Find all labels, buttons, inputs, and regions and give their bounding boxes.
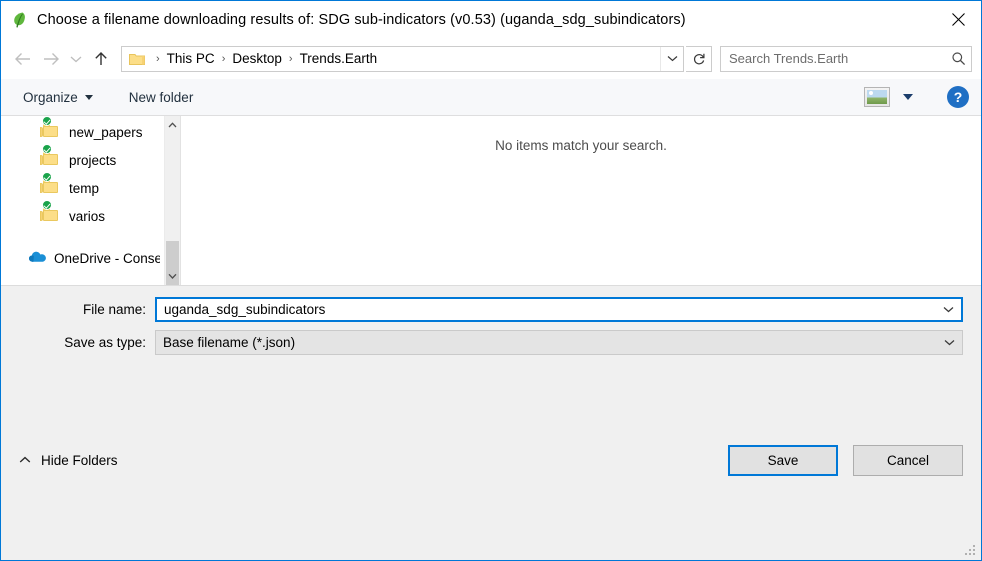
folder-icon <box>129 52 145 66</box>
navigation-sidebar: new_papers projects temp varios OneDrive… <box>1 116 181 285</box>
content-area: new_papers projects temp varios OneDrive… <box>1 116 981 285</box>
sidebar-scrollbar[interactable] <box>164 116 180 285</box>
address-bar[interactable]: › This PC › Desktop › Trends.Earth <box>121 45 684 72</box>
new-folder-label: New folder <box>128 89 194 105</box>
search-box[interactable]: Search Trends.Earth <box>720 45 972 72</box>
organize-button[interactable]: Organize <box>19 84 97 110</box>
filename-value[interactable]: uganda_sdg_subindicators <box>157 302 935 317</box>
save-button[interactable]: Save <box>728 444 838 476</box>
dialog-footer: Hide Folders Save Cancel <box>1 362 981 560</box>
search-icon <box>945 51 971 66</box>
filename-label: File name: <box>82 301 146 317</box>
new-folder-button[interactable]: New folder <box>125 84 198 110</box>
save-file-dialog: Choose a filename downloading results of… <box>0 0 982 561</box>
arrow-left-icon <box>15 52 30 65</box>
breadcrumb-item-1[interactable]: Desktop <box>230 51 284 66</box>
sidebar-item-temp[interactable]: temp <box>1 171 164 202</box>
sidebar-item-label: temp <box>69 180 100 196</box>
recent-locations-button[interactable] <box>65 45 87 73</box>
sidebar-item-label: varios <box>69 208 106 224</box>
file-list-pane[interactable]: No items match your search. <box>181 116 981 285</box>
arrow-right-icon <box>44 52 59 65</box>
back-button[interactable] <box>9 45 37 73</box>
sidebar-item-onedrive[interactable]: OneDrive - Conse <box>1 244 164 272</box>
arrow-up-icon <box>95 51 107 65</box>
organize-label: Organize <box>23 89 78 105</box>
breadcrumb-item-2[interactable]: Trends.Earth <box>298 51 380 66</box>
scroll-up-button[interactable] <box>165 116 180 133</box>
filetype-row: Save as type: Base filename (*.json) <box>19 329 963 355</box>
chevron-down-icon <box>667 56 677 62</box>
empty-list-message: No items match your search. <box>495 138 667 153</box>
refresh-icon <box>693 53 705 64</box>
breadcrumb-separator: › <box>288 52 293 65</box>
refresh-button[interactable] <box>686 45 712 72</box>
title-bar: Choose a filename downloading results of… <box>1 1 981 38</box>
folder-sync-icon <box>40 116 62 141</box>
breadcrumb-item-0[interactable]: This PC <box>165 51 217 66</box>
sidebar-item-label: projects <box>69 152 117 168</box>
sidebar-item-label: new_papers <box>69 124 143 140</box>
resize-grip-icon[interactable] <box>965 545 977 557</box>
view-dropdown-button[interactable] <box>903 94 913 100</box>
sidebar-item-new_papers[interactable]: new_papers <box>1 116 164 146</box>
sidebar-item-varios[interactable]: varios <box>1 199 164 230</box>
cancel-button[interactable]: Cancel <box>853 444 963 476</box>
file-form-area: File name: uganda_sdg_subindicators Save… <box>1 284 981 363</box>
folder-tree: new_papers projects temp varios OneDrive… <box>1 116 164 285</box>
up-button[interactable] <box>87 45 115 73</box>
sidebar-item-projects[interactable]: projects <box>1 143 164 174</box>
onedrive-icon <box>28 250 47 267</box>
dialog-buttons: Save Cancel <box>728 444 963 476</box>
scroll-down-button[interactable] <box>165 268 180 285</box>
qgis-leaf-icon <box>11 11 29 29</box>
breadcrumb-separator: › <box>156 52 160 65</box>
chevron-up-icon <box>19 456 31 464</box>
picture-view-icon[interactable] <box>864 87 890 107</box>
chevron-down-icon[interactable] <box>935 306 961 313</box>
caret-down-icon <box>84 94 93 100</box>
filetype-value: Base filename (*.json) <box>163 334 296 350</box>
help-button[interactable]: ? <box>947 86 969 108</box>
forward-button[interactable] <box>37 45 65 73</box>
filetype-label: Save as type: <box>64 334 146 350</box>
window-title: Choose a filename downloading results of… <box>37 11 686 28</box>
close-button[interactable] <box>935 1 981 37</box>
breadcrumb-separator: › <box>221 52 226 65</box>
filename-input[interactable]: uganda_sdg_subindicators <box>155 296 963 322</box>
folder-sync-icon <box>40 143 62 169</box>
chevron-down-icon[interactable] <box>936 339 962 346</box>
sidebar-item-label: OneDrive - Conse <box>54 250 160 266</box>
hide-folders-button[interactable]: Hide Folders <box>19 453 118 468</box>
search-input[interactable]: Search Trends.Earth <box>721 51 945 66</box>
filename-row: File name: uganda_sdg_subindicators <box>19 296 963 322</box>
chevron-down-icon <box>168 273 177 279</box>
command-toolbar: Organize New folder ? <box>1 79 981 116</box>
chevron-down-icon <box>70 56 82 62</box>
folder-sync-icon <box>40 171 62 197</box>
folder-sync-icon <box>40 199 62 225</box>
navigation-bar: › This PC › Desktop › Trends.Earth Searc… <box>1 38 981 79</box>
hide-folders-label: Hide Folders <box>41 452 118 468</box>
chevron-up-icon <box>168 121 177 127</box>
toolbar-right-group: ? <box>864 86 969 108</box>
filetype-select[interactable]: Base filename (*.json) <box>155 329 963 355</box>
address-dropdown-button[interactable] <box>660 46 683 71</box>
